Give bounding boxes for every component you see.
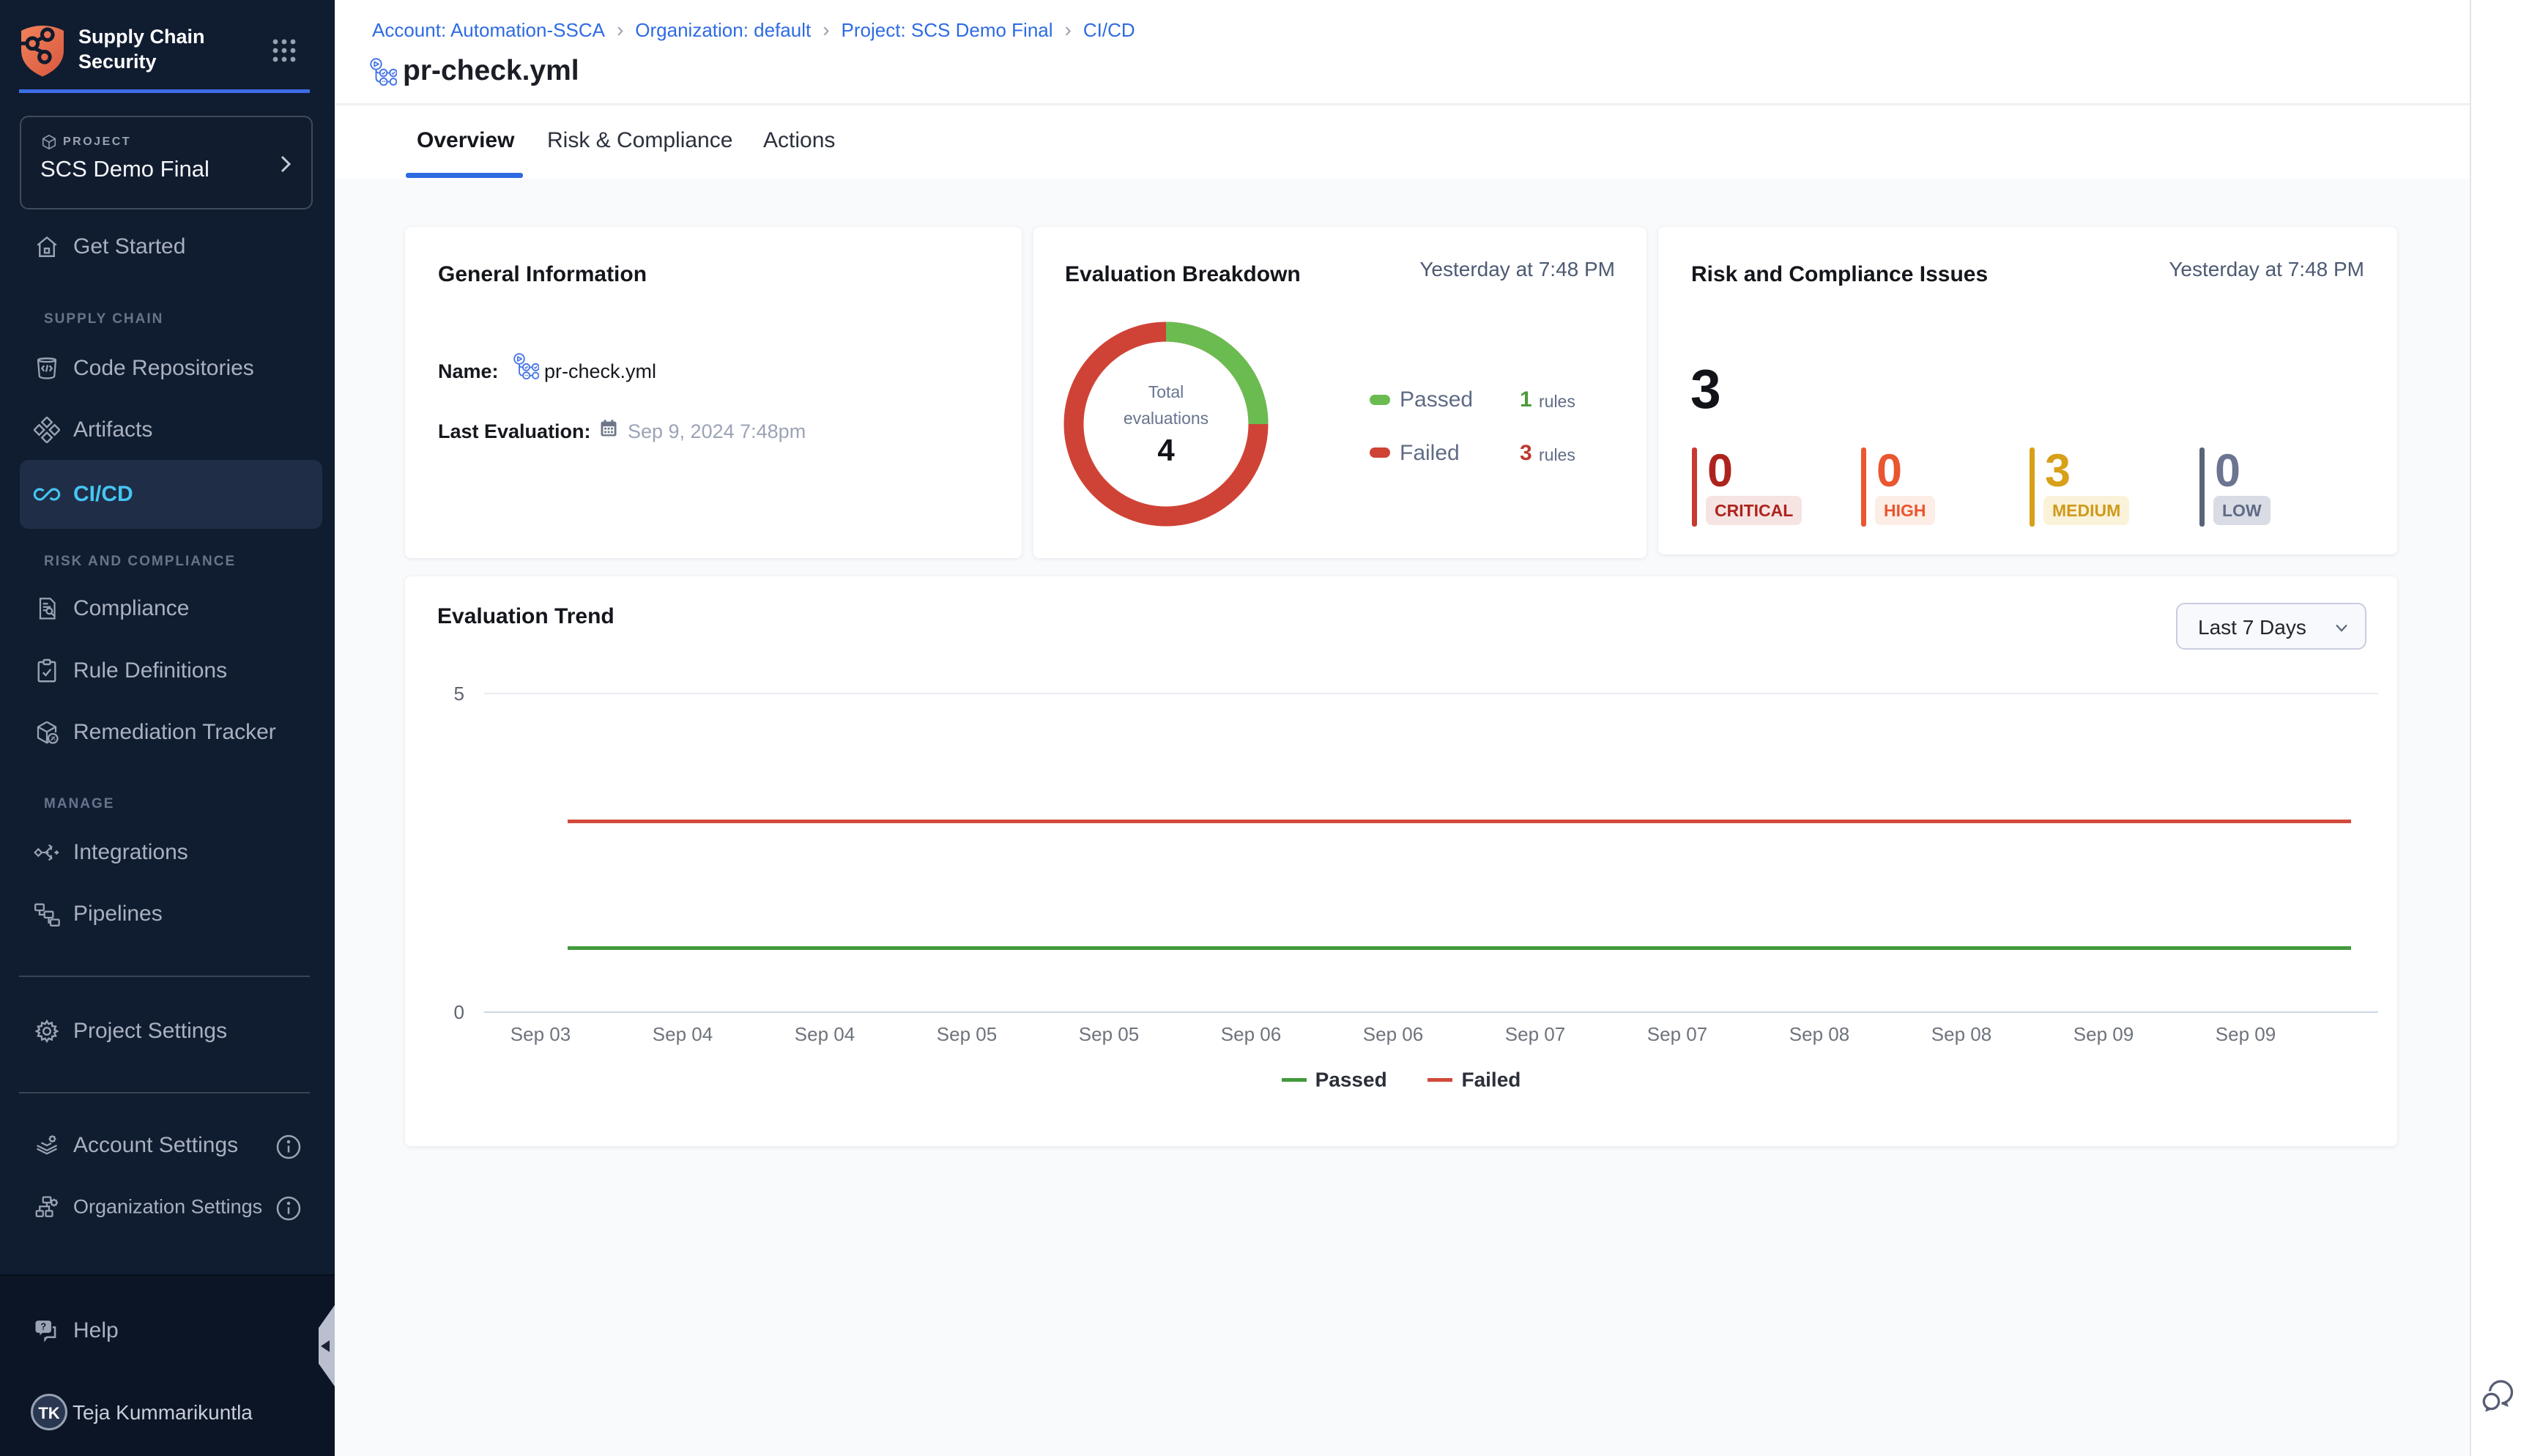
svg-text:?: ? [40,1322,46,1332]
